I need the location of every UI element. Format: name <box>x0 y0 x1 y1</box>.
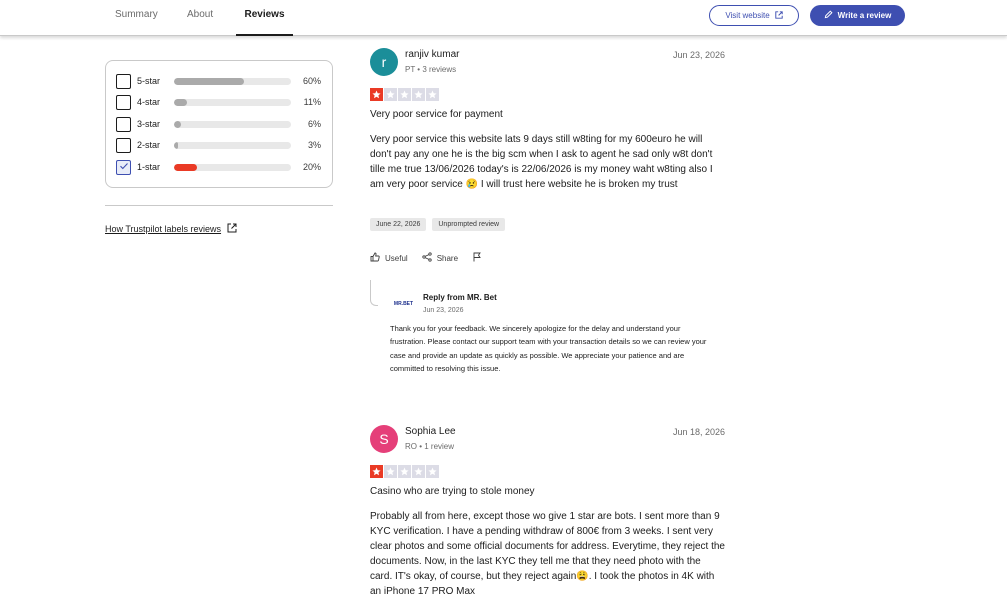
review-actions: Useful Share <box>370 252 482 264</box>
visit-website-label: Visit website <box>725 11 770 20</box>
share-label: Share <box>436 253 459 263</box>
review-card: r ranjiv kumar PT • 3 reviews Jun 23, 20… <box>370 48 725 278</box>
filter-label: 1-star <box>137 162 161 172</box>
star-icon <box>384 465 397 478</box>
filter-row-3-star[interactable]: 3-star 6% <box>116 115 326 133</box>
company-logo-text: MR.BET <box>393 301 414 307</box>
share-icon <box>422 252 432 264</box>
write-review-label: Write a review <box>837 11 892 20</box>
star-icon <box>384 88 397 101</box>
filter-bar <box>174 77 291 85</box>
star-icon <box>370 465 383 478</box>
review-body: Probably all from here, except those wo … <box>370 511 725 597</box>
filter-label: 2-star <box>137 140 161 150</box>
filter-percent: 20% <box>302 162 321 172</box>
avatar-initial: r <box>381 54 387 70</box>
review-tags: June 22, 2026 Unprompted review <box>370 218 506 231</box>
useful-button[interactable]: Useful <box>370 252 408 264</box>
visit-website-button[interactable]: Visit website <box>709 5 799 26</box>
avatar-initial: S <box>379 431 389 447</box>
filter-bar-fill <box>174 141 178 149</box>
filter-bar-fill <box>174 98 187 106</box>
share-button[interactable]: Share <box>422 252 458 264</box>
unprompted-tag: Unprompted review <box>432 218 506 231</box>
company-logo: MR.BET <box>390 297 417 311</box>
tab-summary[interactable]: Summary <box>115 0 158 36</box>
filter-bar-fill <box>174 77 245 85</box>
filter-bar <box>174 98 291 106</box>
star-filter-panel: 5-star 60% 4-star 11% 3-star 6% 2-star 3… <box>105 60 333 188</box>
filter-label: 5-star <box>137 76 161 86</box>
filter-bar <box>174 120 291 128</box>
filter-percent: 60% <box>302 76 321 86</box>
star-icon <box>398 88 411 101</box>
external-link-icon <box>774 10 783 21</box>
flag-icon <box>472 252 482 264</box>
filter-bar-fill <box>174 163 198 171</box>
reviewer-meta: RO • 1 review <box>405 442 455 451</box>
review-date: Jun 18, 2026 <box>672 427 725 437</box>
filter-row-1-star[interactable]: 1-star 20% <box>116 158 326 176</box>
filter-checkbox[interactable] <box>116 73 131 89</box>
filter-percent: 3% <box>307 140 321 150</box>
reply-body: Thank you for your feedback. We sincerel… <box>390 324 707 373</box>
star-icon <box>426 465 439 478</box>
review-body: Very poor service this website lats 9 da… <box>370 134 713 190</box>
star-icon <box>412 88 425 101</box>
pencil-icon <box>824 10 833 21</box>
tab-reviews[interactable]: Reviews <box>236 0 293 36</box>
review-card: S Sophia Lee RO • 1 review Jun 18, 2026 … <box>370 425 725 598</box>
tab-about[interactable]: About <box>187 0 213 36</box>
filter-row-2-star[interactable]: 2-star 3% <box>116 136 326 154</box>
filter-checkbox[interactable] <box>116 94 131 110</box>
filter-bar <box>174 163 291 171</box>
checkmark-icon <box>119 158 129 176</box>
filter-row-4-star[interactable]: 4-star 11% <box>116 93 326 111</box>
write-review-button[interactable]: Write a review <box>810 5 905 26</box>
report-button[interactable] <box>472 252 482 264</box>
experience-date-tag: June 22, 2026 <box>370 218 427 231</box>
sidebar-divider <box>105 205 333 206</box>
filter-percent: 6% <box>307 119 321 129</box>
filter-label: 3-star <box>137 119 161 129</box>
thumbs-up-icon <box>370 252 380 264</box>
filter-bar <box>174 141 291 149</box>
external-link-icon <box>227 223 237 235</box>
star-icon <box>426 88 439 101</box>
reviewer-name[interactable]: Sophia Lee <box>405 426 456 437</box>
useful-label: Useful <box>385 253 408 263</box>
top-nav: Summary About Reviews Visit website Writ… <box>0 0 1007 36</box>
review-title[interactable]: Casino who are trying to stole money <box>370 486 535 497</box>
reviewer-name[interactable]: ranjiv kumar <box>405 49 459 60</box>
star-icon <box>398 465 411 478</box>
review-date: Jun 23, 2026 <box>672 50 725 60</box>
reply-connector <box>370 280 378 306</box>
avatar: S <box>370 425 398 453</box>
star-rating <box>370 465 439 478</box>
filter-checkbox[interactable] <box>116 116 131 132</box>
filter-checkbox[interactable] <box>116 137 131 153</box>
star-rating <box>370 88 439 101</box>
filter-label: 4-star <box>137 97 161 107</box>
filter-checkbox[interactable] <box>116 158 131 176</box>
filter-row-5-star[interactable]: 5-star 60% <box>116 72 326 90</box>
filter-percent: 11% <box>303 97 321 107</box>
reply-from: Reply from MR. Bet <box>423 293 497 302</box>
filter-bar-fill <box>174 120 182 128</box>
labels-link-text: How Trustpilot labels reviews <box>105 224 222 234</box>
avatar: r <box>370 48 398 76</box>
star-icon <box>412 465 425 478</box>
reply-date: Jun 23, 2026 <box>423 307 464 314</box>
trustpilot-labels-link[interactable]: How Trustpilot labels reviews <box>105 223 237 235</box>
reviewer-meta: PT • 3 reviews <box>405 65 457 74</box>
star-icon <box>370 88 383 101</box>
review-title[interactable]: Very poor service for payment <box>370 109 503 120</box>
